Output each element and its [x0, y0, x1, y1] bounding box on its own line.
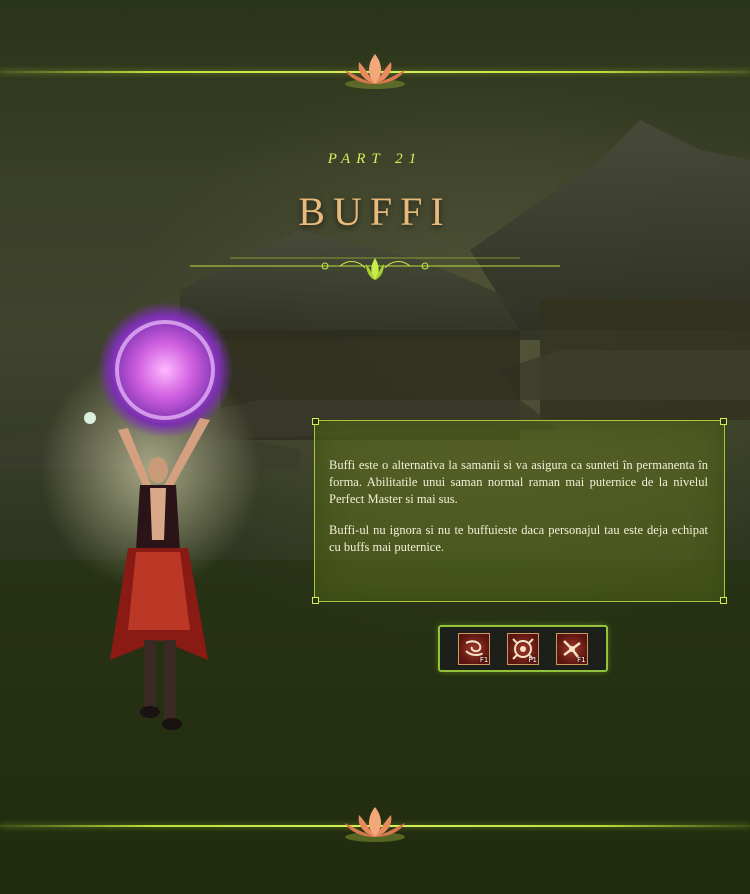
skill-slot-rune-circle[interactable]: F1 [506, 632, 539, 665]
description-panel: Buffi este o alternativa la samanii si v… [312, 418, 727, 604]
skill-slot-spiral-blade[interactable]: F1 [555, 632, 588, 665]
bottom-lotus-icon [345, 807, 405, 842]
skill-hotkey: F1 [528, 655, 537, 664]
panel-corner [720, 597, 727, 604]
part-label: PART 21 [327, 151, 423, 167]
title-ornament-divider [190, 257, 560, 280]
skill-slot-wind-swirl[interactable]: F1 [458, 632, 491, 665]
skill-bar: F1 F1 F1 [438, 625, 608, 672]
panel-corner [720, 418, 727, 425]
top-lotus-icon [345, 54, 405, 89]
page-title: BUFFI [298, 189, 452, 234]
description-paragraph: Buffi-ul nu ignora si nu te buffuieste d… [329, 523, 708, 554]
description-paragraph: Buffi este o alternativa la samanii si v… [329, 458, 708, 506]
skill-hotkey: F1 [577, 655, 586, 664]
skill-hotkey: F1 [479, 655, 489, 664]
panel-corner [312, 418, 319, 425]
character-illustration [40, 302, 260, 730]
panel-corner [312, 597, 319, 604]
